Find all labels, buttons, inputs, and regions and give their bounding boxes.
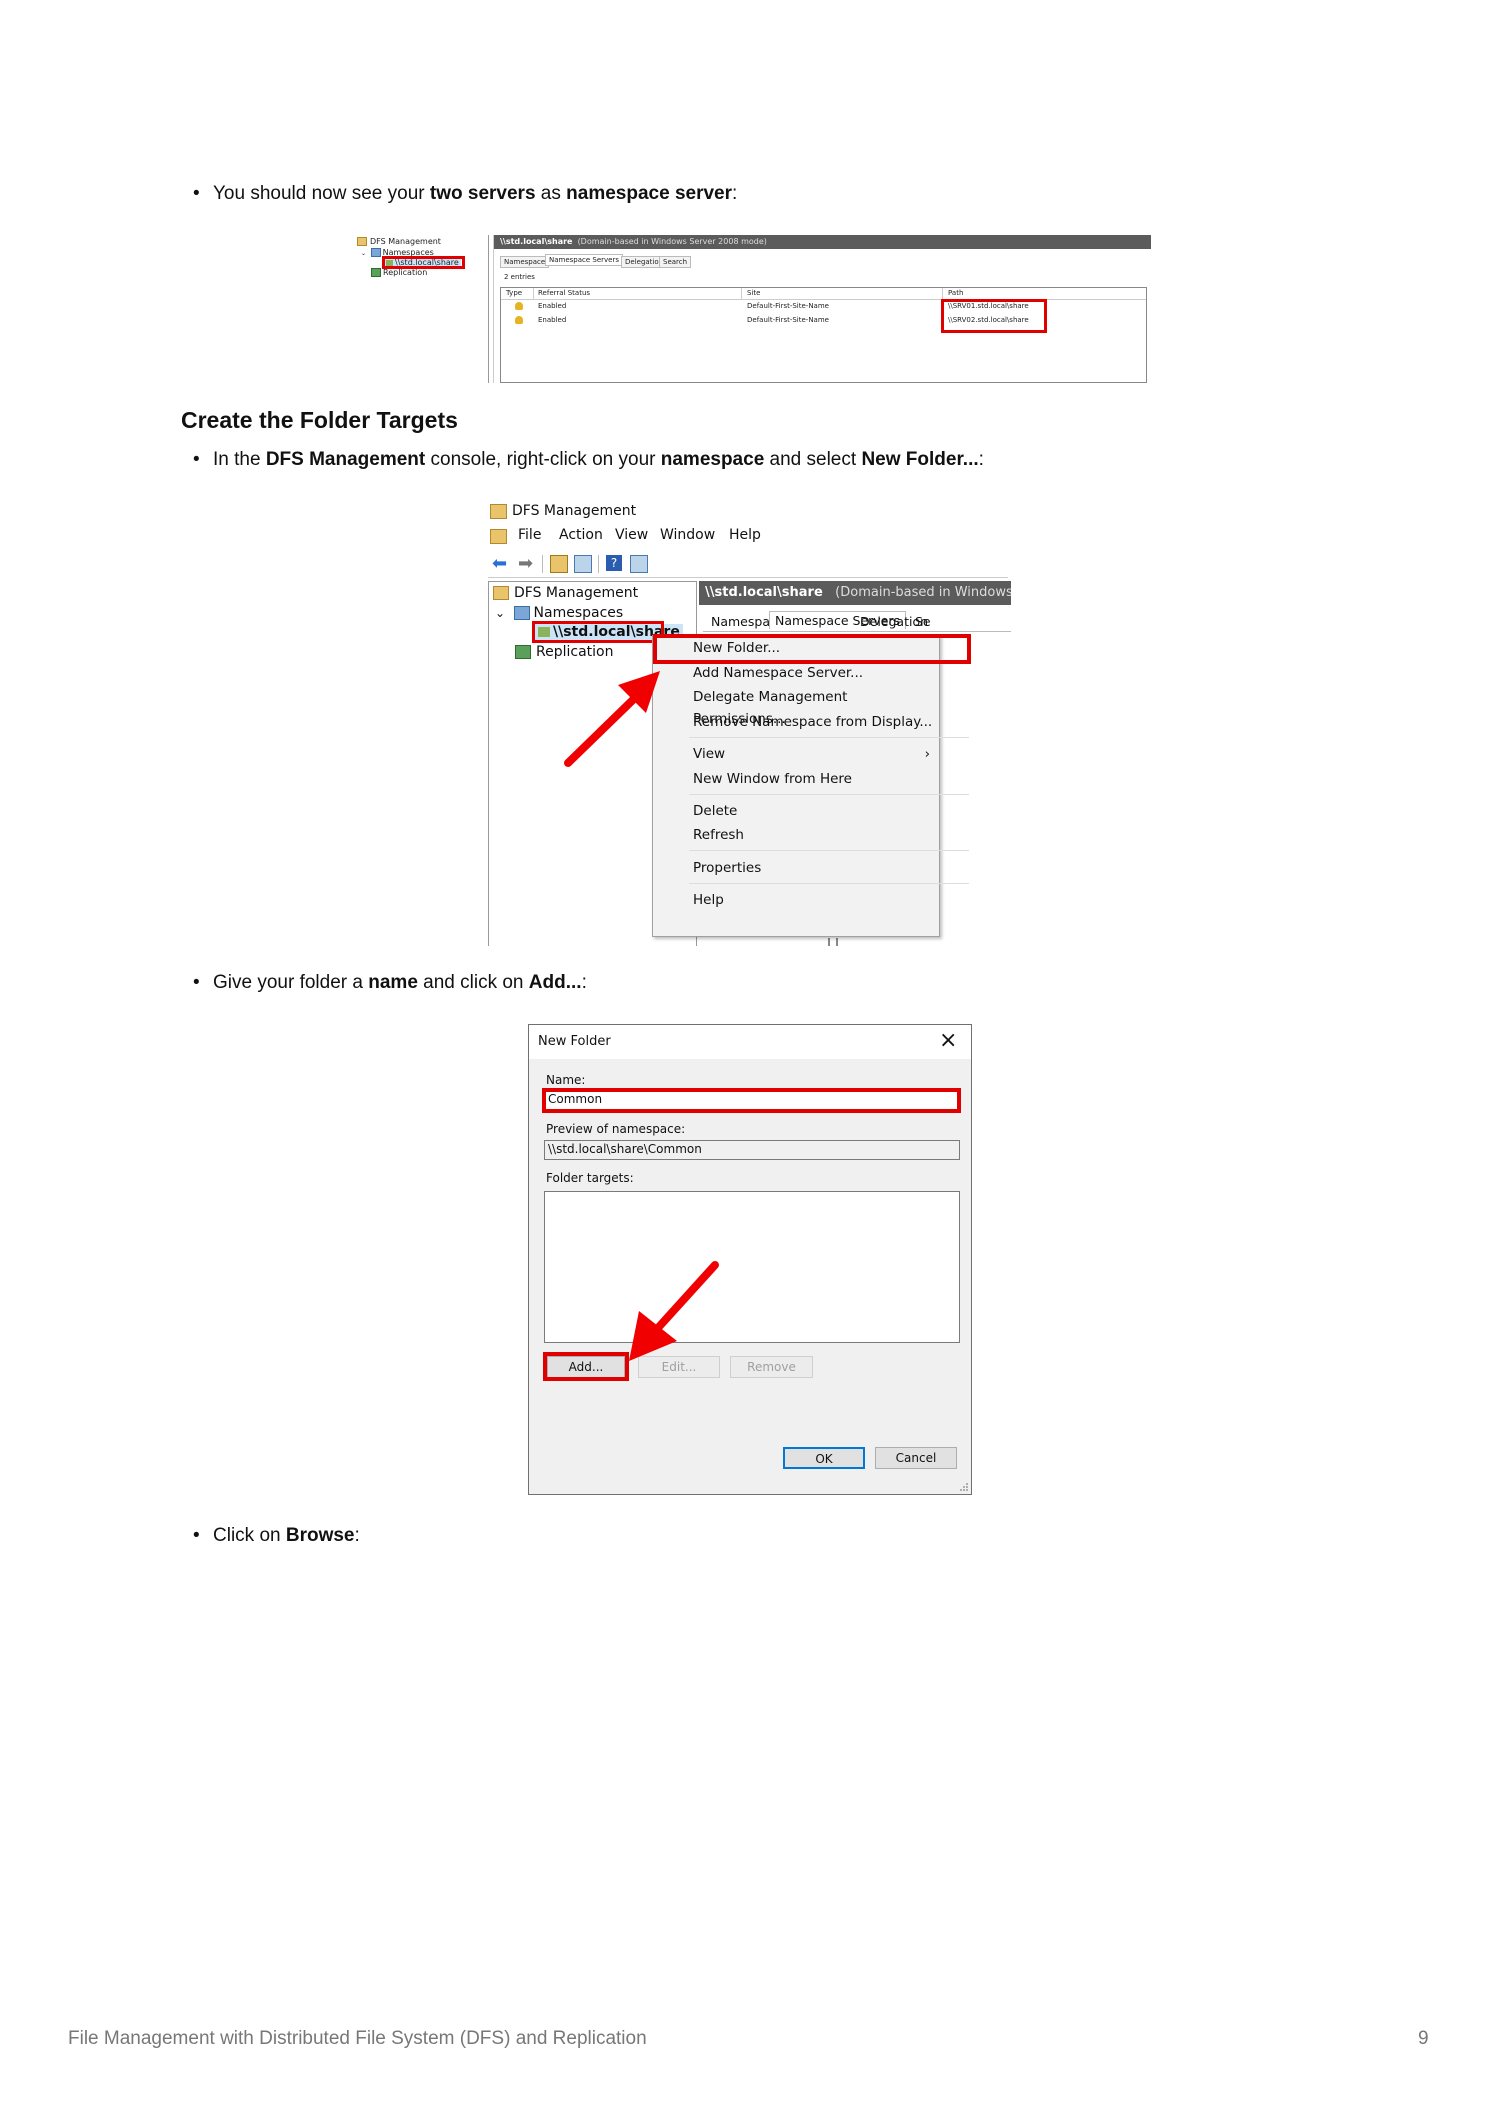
- step2-bullet: Give your folder a name and click on Add…: [193, 971, 587, 995]
- action-pane-icon[interactable]: [630, 555, 648, 573]
- column-header[interactable]: Referral Status: [538, 289, 590, 297]
- details-header: \\std.local\share (Domain-based in Windo…: [699, 581, 1011, 605]
- menu-item-refresh[interactable]: Refresh: [653, 824, 938, 846]
- dfs-management-icon: [490, 503, 507, 519]
- folder-targets-label: Folder targets:: [546, 1171, 634, 1185]
- new-folder-highlight-box: [653, 634, 971, 664]
- app-menu-icon[interactable]: [490, 529, 507, 544]
- up-folder-icon[interactable]: [550, 555, 568, 573]
- red-arrow-icon: [629, 1261, 719, 1361]
- preview-label: Preview of namespace:: [546, 1122, 686, 1136]
- back-arrow-icon[interactable]: ⬅: [492, 553, 507, 574]
- step1-bullet: In the DFS Management console, right-cli…: [193, 448, 984, 472]
- replication-icon: [515, 645, 531, 659]
- menu-action[interactable]: Action: [559, 527, 603, 543]
- forward-arrow-icon[interactable]: ➡: [518, 553, 533, 574]
- tab-namespace-servers[interactable]: Namespace Servers: [545, 254, 624, 266]
- toolbar: ⬅ ➡ ?: [488, 551, 1008, 578]
- dialog-titlebar: New Folder ×: [529, 1025, 971, 1059]
- table-row[interactable]: Enabled Default-First-Site-Name \\SRV01.…: [501, 301, 1146, 313]
- context-menu: New Folder... Add Namespace Server... De…: [652, 635, 969, 937]
- server-icon: [515, 302, 523, 310]
- namespaces-icon: [370, 248, 381, 257]
- chevron-right-icon: ›: [924, 746, 930, 762]
- tree-root[interactable]: DFS Management: [493, 585, 638, 601]
- console-tree: DFS Management ⌄ Namespaces \\std.local\…: [357, 235, 487, 295]
- entries-count: 2 entries: [504, 273, 535, 281]
- page-number: 9: [1418, 2028, 1429, 2049]
- show-hide-tree-icon[interactable]: [574, 555, 592, 573]
- menu-help[interactable]: Help: [729, 527, 761, 543]
- tab-search[interactable]: Se: [915, 614, 931, 629]
- details-header: \\std.local\share (Domain-based in Windo…: [494, 235, 1151, 249]
- tab-namespace[interactable]: Namespace: [500, 256, 550, 268]
- tree-root[interactable]: DFS Management: [357, 237, 441, 246]
- namespaces-icon: [513, 606, 530, 620]
- menu-item-properties[interactable]: Properties: [653, 857, 938, 879]
- paths-highlight-box: [941, 299, 1047, 333]
- servers-list[interactable]: Type Referral Status Site Path Enabled D…: [500, 287, 1147, 383]
- column-header[interactable]: Site: [747, 289, 760, 297]
- name-highlight-box: [542, 1088, 961, 1113]
- menu-item-view[interactable]: View ›: [653, 743, 938, 765]
- chevron-down-icon: ⌄: [361, 250, 367, 257]
- tab-strip: Namespace Namespace Servers Delegation S…: [703, 611, 1011, 632]
- dfs-management-icon: [493, 586, 509, 600]
- help-icon[interactable]: ?: [606, 555, 622, 571]
- screenshot-context-menu: DFS Management File Action View Window H…: [488, 498, 1011, 946]
- menu-item-remove-namespace[interactable]: Remove Namespace from Display...: [653, 711, 938, 733]
- intro-bullet: You should now see your two servers as n…: [193, 182, 737, 206]
- menu-item-new-window[interactable]: New Window from Here: [653, 768, 938, 790]
- tab-search[interactable]: Search: [659, 256, 692, 268]
- tree-replication[interactable]: Replication: [515, 644, 613, 660]
- resize-grip-icon[interactable]: [957, 1481, 969, 1493]
- tree-namespaces[interactable]: ⌄ Namespaces: [495, 605, 623, 621]
- table-row[interactable]: Enabled Default-First-Site-Name \\SRV02.…: [501, 315, 1146, 327]
- share-highlight-box: [532, 621, 664, 643]
- column-header[interactable]: Path: [948, 289, 963, 297]
- menu-file[interactable]: File: [518, 527, 541, 543]
- preview-field: \\std.local\share\Common: [544, 1140, 960, 1160]
- pane-splitter[interactable]: [488, 235, 489, 383]
- menu-item-help[interactable]: Help: [653, 889, 938, 911]
- cancel-button[interactable]: Cancel: [875, 1447, 957, 1469]
- column-header[interactable]: Type: [506, 289, 522, 297]
- name-label: Name:: [546, 1073, 586, 1087]
- list-header: Type Referral Status Site Path: [501, 288, 1146, 300]
- menu-item-delete[interactable]: Delete: [653, 800, 938, 822]
- close-icon[interactable]: ×: [939, 1028, 957, 1053]
- replication-icon: [371, 268, 381, 277]
- screenshot-namespace-servers: DFS Management ⌄ Namespaces \\std.local\…: [355, 235, 1151, 383]
- red-arrow-icon: [564, 671, 660, 767]
- folder-targets-list[interactable]: [544, 1191, 960, 1343]
- menu-item-add-namespace-server[interactable]: Add Namespace Server...: [653, 662, 938, 684]
- ok-button[interactable]: OK: [783, 1447, 865, 1469]
- menu-window[interactable]: Window: [660, 527, 715, 543]
- window-title: DFS Management: [490, 503, 636, 519]
- footer-title: File Management with Distributed File Sy…: [68, 2028, 647, 2049]
- menu-view[interactable]: View: [615, 527, 648, 543]
- step3-bullet: Click on Browse:: [193, 1524, 360, 1548]
- dialog-title: New Folder: [538, 1034, 611, 1049]
- menu-item-delegate-permissions[interactable]: Delegate Management Permissions...: [653, 686, 938, 727]
- menu-bar: File Action View Window Help: [490, 527, 1010, 549]
- server-icon: [515, 316, 523, 324]
- tree-replication[interactable]: Replication: [371, 268, 427, 277]
- dfs-management-icon: [357, 237, 367, 246]
- chevron-down-icon: ⌄: [495, 606, 506, 620]
- remove-button[interactable]: Remove: [730, 1356, 813, 1378]
- section-heading: Create the Folder Targets: [181, 407, 458, 433]
- new-folder-dialog: New Folder × Name: Common Preview of nam…: [528, 1024, 972, 1495]
- details-pane: \\std.local\share (Domain-based in Windo…: [493, 235, 1151, 383]
